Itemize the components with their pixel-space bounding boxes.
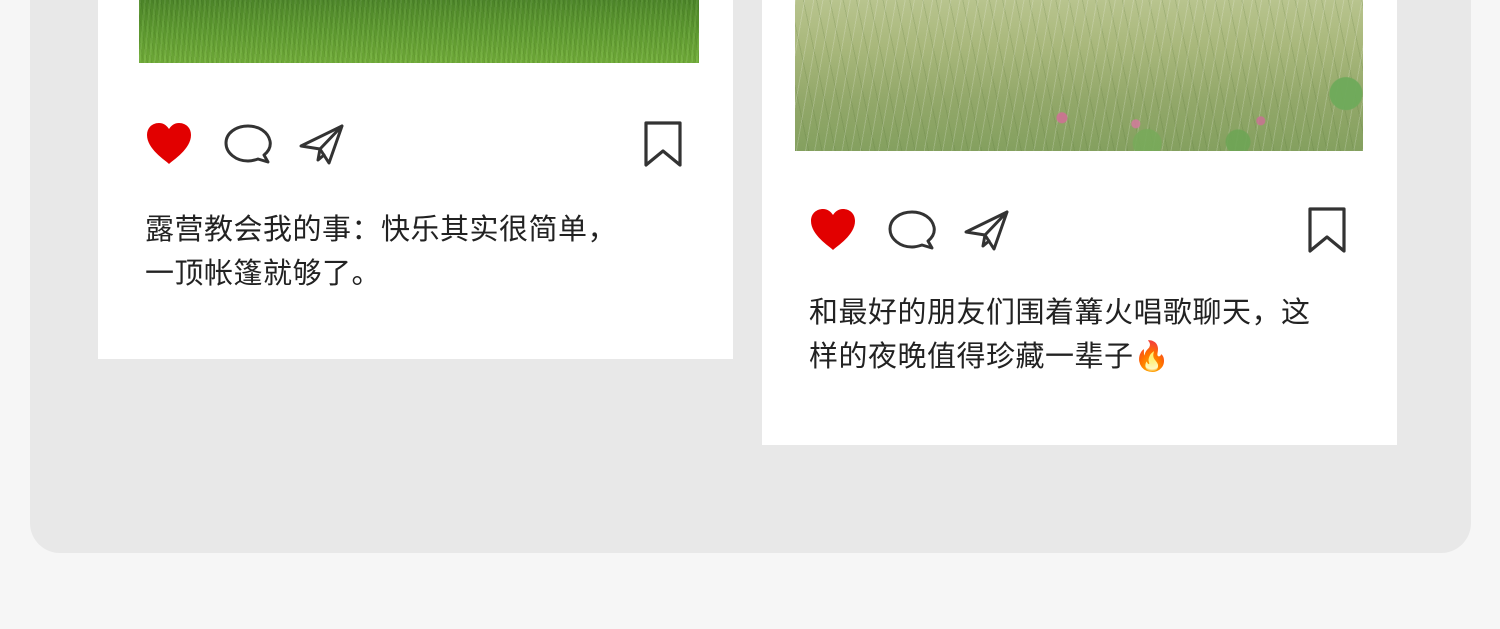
post-caption-line: 样的夜晚值得珍藏一辈子🔥 bbox=[809, 339, 1171, 373]
heart-icon[interactable] bbox=[809, 208, 857, 252]
post-photo[interactable] bbox=[139, 0, 699, 63]
bookmark-icon[interactable] bbox=[643, 120, 683, 168]
post-card: 和最好的朋友们围着篝火唱歌聊天，这 样的夜晚值得珍藏一辈子🔥 bbox=[762, 0, 1397, 445]
post-caption-line: 露营教会我的事：快乐其实很简单， bbox=[145, 212, 618, 246]
post-card: 露营教会我的事：快乐其实很简单， 一顶帐篷就够了。 bbox=[98, 0, 733, 359]
share-icon[interactable] bbox=[299, 124, 345, 166]
post-caption-line: 和最好的朋友们围着篝火唱歌聊天，这 bbox=[809, 295, 1311, 329]
post-photo[interactable] bbox=[795, 0, 1363, 151]
post-caption: 和最好的朋友们围着篝火唱歌聊天，这 样的夜晚值得珍藏一辈子🔥 bbox=[809, 290, 1369, 378]
bookmark-icon[interactable] bbox=[1307, 206, 1347, 254]
comment-icon[interactable] bbox=[224, 124, 272, 166]
post-caption: 露营教会我的事：快乐其实很简单， 一顶帐篷就够了。 bbox=[145, 207, 665, 295]
share-icon[interactable] bbox=[964, 210, 1010, 252]
post-caption-line: 一顶帐篷就够了。 bbox=[145, 256, 382, 290]
comment-icon[interactable] bbox=[888, 210, 936, 252]
heart-icon[interactable] bbox=[145, 122, 193, 166]
